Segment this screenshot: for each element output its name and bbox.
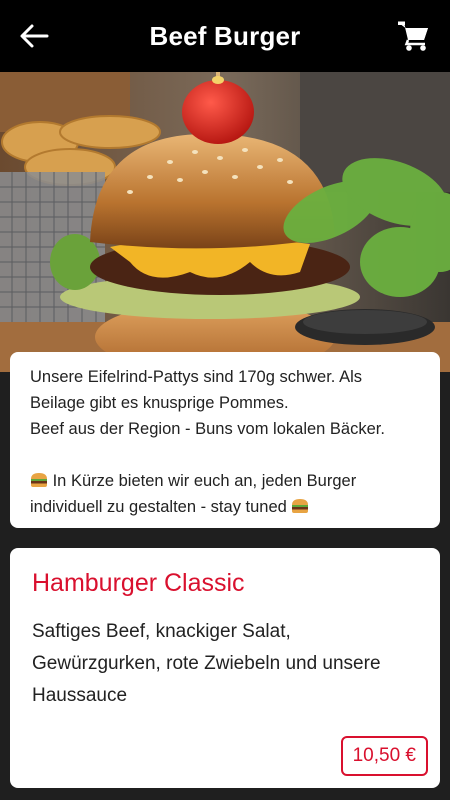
description-text: individuell zu gestalten - stay tuned [30,498,287,516]
arrow-left-icon [20,24,49,48]
menu-item-description-line: Saftiges Beef, knackiger Salat, [32,621,291,642]
description-spacer [30,442,420,468]
description-card: Unsere Eifelrind-Pattys sind 170g schwer… [10,352,440,528]
app-bar: Beef Burger [0,0,450,72]
description-line: individuell zu gestalten - stay tuned [30,494,420,520]
description-line: In Kürze bieten wir euch an, jeden Burge… [30,468,420,494]
menu-item-description-line: Gewürzgurken, rote Zwiebeln und unsere [32,653,381,674]
price-button[interactable]: 10,50 € [340,736,428,776]
description-line: Beef aus der Region - Buns vom lokalen B… [30,420,385,438]
menu-item-description-line: Haussauce [32,685,128,706]
cart-button[interactable] [396,18,432,54]
description-text: In Kürze bieten wir euch an, jeden Burge… [52,472,357,490]
description-line: Beilage gibt es knusprige Pommes. [30,394,289,412]
menu-item-description: Saftiges Beef, knackiger Salat, Gewürzgu… [32,616,418,712]
description-line: Unsere Eifelrind-Pattys sind 170g schwer… [30,368,362,386]
menu-item-name: Hamburger Classic [32,569,245,597]
shopping-cart-icon [398,21,428,51]
burger-photo [0,72,450,372]
page-title: Beef Burger [149,20,301,51]
back-button[interactable] [18,20,50,52]
burger-emoji-icon [31,473,47,487]
menu-item-card[interactable]: Hamburger Classic Saftiges Beef, knackig… [10,548,440,788]
burger-emoji-icon [292,499,309,513]
